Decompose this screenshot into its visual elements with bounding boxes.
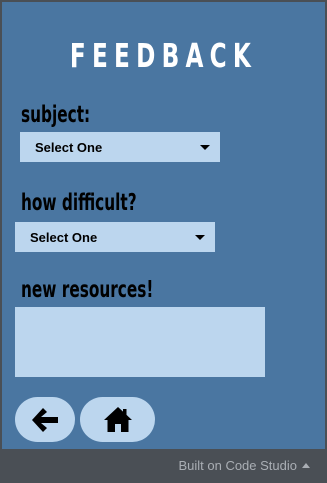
subject-dropdown[interactable]: Select One <box>20 132 220 162</box>
arrow-left-icon <box>32 407 58 432</box>
footer-label: Built on Code Studio <box>178 458 297 473</box>
resources-label: new resources! <box>21 277 154 303</box>
subject-dropdown-value: Select One <box>35 139 103 155</box>
home-button[interactable] <box>80 397 155 442</box>
built-on-code-studio-link[interactable]: Built on Code Studio <box>178 458 310 474</box>
difficulty-dropdown[interactable]: Select One <box>15 222 215 252</box>
footer-bar: Built on Code Studio <box>0 449 327 483</box>
resources-input[interactable] <box>15 307 265 377</box>
difficulty-dropdown-value: Select One <box>30 229 98 245</box>
caret-up-icon <box>302 463 310 468</box>
home-icon <box>103 407 132 432</box>
difficulty-label: how difficult? <box>21 190 137 216</box>
caret-down-icon <box>195 234 205 240</box>
subject-label: subject: <box>21 102 91 128</box>
page-title: FEEDBACK <box>69 36 258 75</box>
caret-down-icon <box>200 144 210 150</box>
back-button[interactable] <box>15 397 75 442</box>
app-screen: FEEDBACK subject: Select One how difficu… <box>2 2 325 449</box>
